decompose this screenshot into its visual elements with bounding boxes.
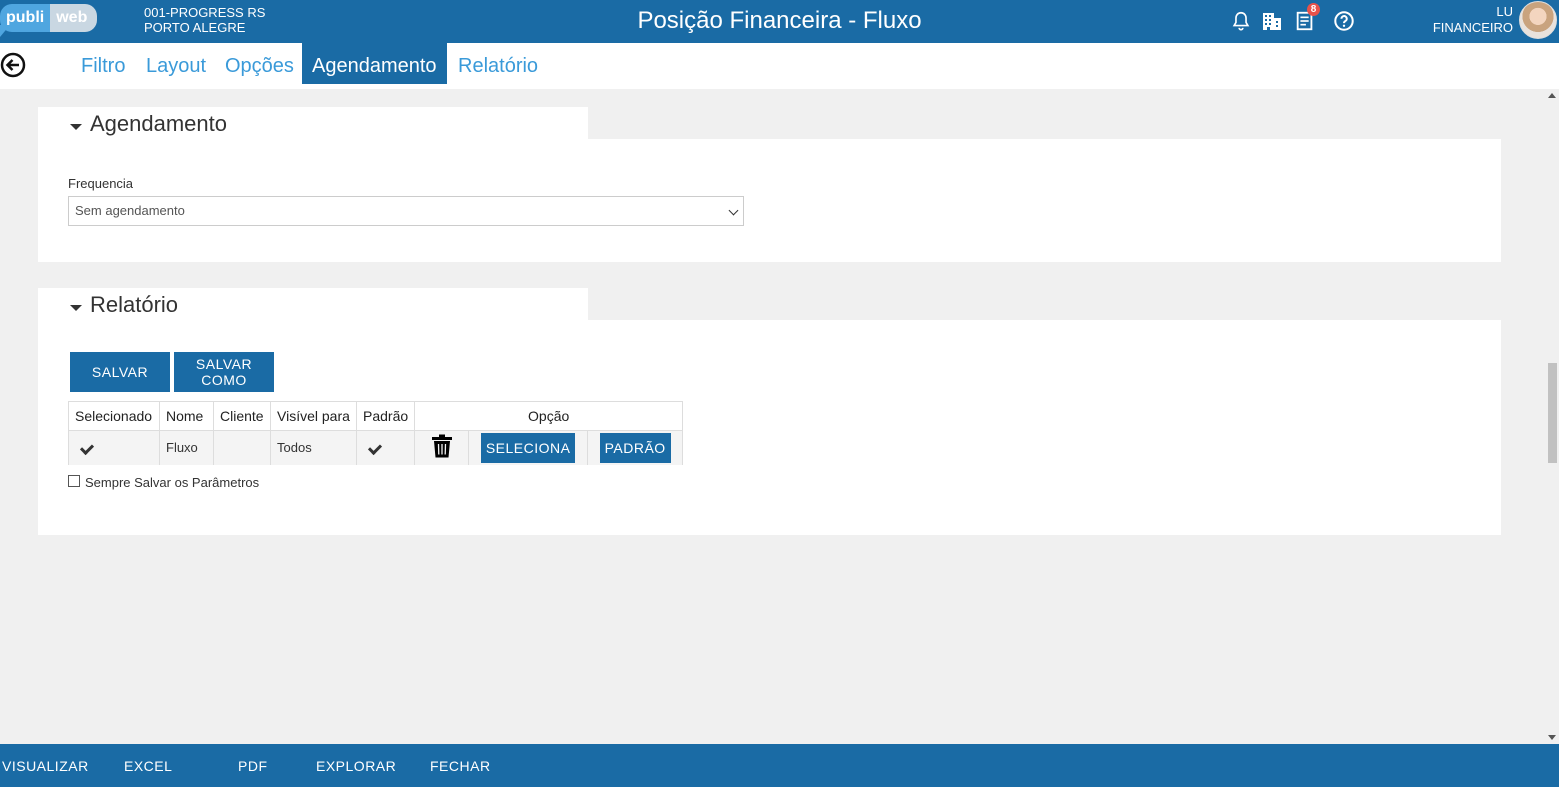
frequencia-label: Frequencia <box>68 176 134 191</box>
save-as-line2: COMO <box>201 372 247 388</box>
bell-icon[interactable] <box>1228 8 1254 34</box>
collapse-caret-icon[interactable] <box>70 305 82 311</box>
col-visivel-para: Visível para <box>270 401 357 431</box>
visualizar-button[interactable]: VISUALIZAR <box>2 758 89 774</box>
select-cell: SELECIONA <box>468 430 589 465</box>
user-name: LU <box>1496 4 1513 19</box>
pdf-button[interactable]: PDF <box>238 758 268 774</box>
help-icon[interactable] <box>1331 8 1357 34</box>
company-city: PORTO ALEGRE <box>144 20 246 35</box>
user-info[interactable]: LU FINANCEIRO <box>1433 4 1513 36</box>
fechar-button[interactable]: FECHAR <box>430 758 491 774</box>
tab-agendamento[interactable]: Agendamento <box>302 43 447 84</box>
agendamento-title: Agendamento <box>90 111 227 136</box>
notification-badge: 8 <box>1307 3 1320 16</box>
save-as-line1: SALVAR <box>195 356 253 372</box>
col-selecionado: Selecionado <box>68 401 160 431</box>
cliente-cell <box>213 430 271 465</box>
document-icon[interactable]: 8 <box>1292 3 1320 34</box>
col-nome: Nome <box>159 401 214 431</box>
collapse-caret-icon[interactable] <box>70 124 82 130</box>
scroll-up-arrow-icon[interactable] <box>1548 93 1556 98</box>
chevron-down-icon <box>728 205 739 216</box>
set-default-button[interactable]: PADRÃO <box>599 432 671 463</box>
reports-table: Selecionado Nome Cliente Visível para Pa… <box>68 401 684 465</box>
logo-part-web: web <box>50 4 98 32</box>
col-padrao: Padrão <box>356 401 416 431</box>
relatorio-title: Relatório <box>90 292 179 317</box>
vertical-scrollbar[interactable] <box>1546 89 1559 744</box>
always-save-row[interactable]: Sempre Salvar os Parâmetros <box>68 474 260 490</box>
agendamento-panel-header[interactable]: Agendamento <box>38 107 588 140</box>
checkmark-icon <box>367 441 383 456</box>
selected-cell <box>68 430 160 465</box>
scroll-down-arrow-icon[interactable] <box>1548 735 1556 740</box>
tab-filtro[interactable]: Filtro <box>71 43 135 84</box>
table-row[interactable]: Fluxo Todos SELECIONA PADRÃO <box>68 430 684 465</box>
padrao-cell <box>356 430 416 465</box>
tab-opcoes[interactable]: Opções <box>215 43 304 84</box>
excel-button[interactable]: EXCEL <box>124 758 172 774</box>
avatar[interactable] <box>1519 1 1557 39</box>
building-icon[interactable] <box>1259 8 1285 34</box>
visivel-cell: Todos <box>270 430 357 465</box>
scrollbar-thumb[interactable] <box>1548 363 1557 463</box>
checkmark-icon <box>79 441 95 456</box>
top-header: publi web 001-PROGRESS RS PORTO ALEGRE P… <box>0 0 1559 43</box>
tab-layout[interactable]: Layout <box>136 43 216 84</box>
save-button[interactable]: SALVAR <box>70 352 170 392</box>
company-code: 001-PROGRESS RS <box>144 5 266 20</box>
nome-cell: Fluxo <box>159 430 214 465</box>
app-logo[interactable]: publi web <box>0 3 98 33</box>
trash-icon[interactable] <box>431 434 453 458</box>
explorar-button[interactable]: EXPLORAR <box>316 758 396 774</box>
save-as-button[interactable]: SALVAR COMO <box>174 352 274 392</box>
table-header-row: Selecionado Nome Cliente Visível para Pa… <box>68 401 684 431</box>
tab-bar: Filtro Layout Opções Agendamento Relatór… <box>0 43 1559 89</box>
user-role: FINANCEIRO <box>1432 20 1513 35</box>
col-opcao: Opção <box>414 401 684 431</box>
always-save-checkbox[interactable] <box>68 474 80 487</box>
relatorio-panel-header[interactable]: Relatório <box>38 288 588 321</box>
col-cliente: Cliente <box>213 401 271 431</box>
delete-cell <box>414 430 470 465</box>
default-cell: PADRÃO <box>587 430 684 465</box>
always-save-label: Sempre Salvar os Parâmetros <box>85 475 260 490</box>
tab-relatorio[interactable]: Relatório <box>448 43 548 84</box>
back-arrow-icon[interactable] <box>0 52 26 78</box>
company-info[interactable]: 001-PROGRESS RS PORTO ALEGRE <box>144 5 265 35</box>
frequencia-select[interactable]: Sem agendamento <box>68 196 744 226</box>
select-report-button[interactable]: SELECIONA <box>480 432 576 463</box>
bottom-action-bar: VISUALIZAR EXCEL PDF EXPLORAR FECHAR <box>0 744 1559 787</box>
frequencia-select-value: Sem agendamento <box>75 203 185 218</box>
